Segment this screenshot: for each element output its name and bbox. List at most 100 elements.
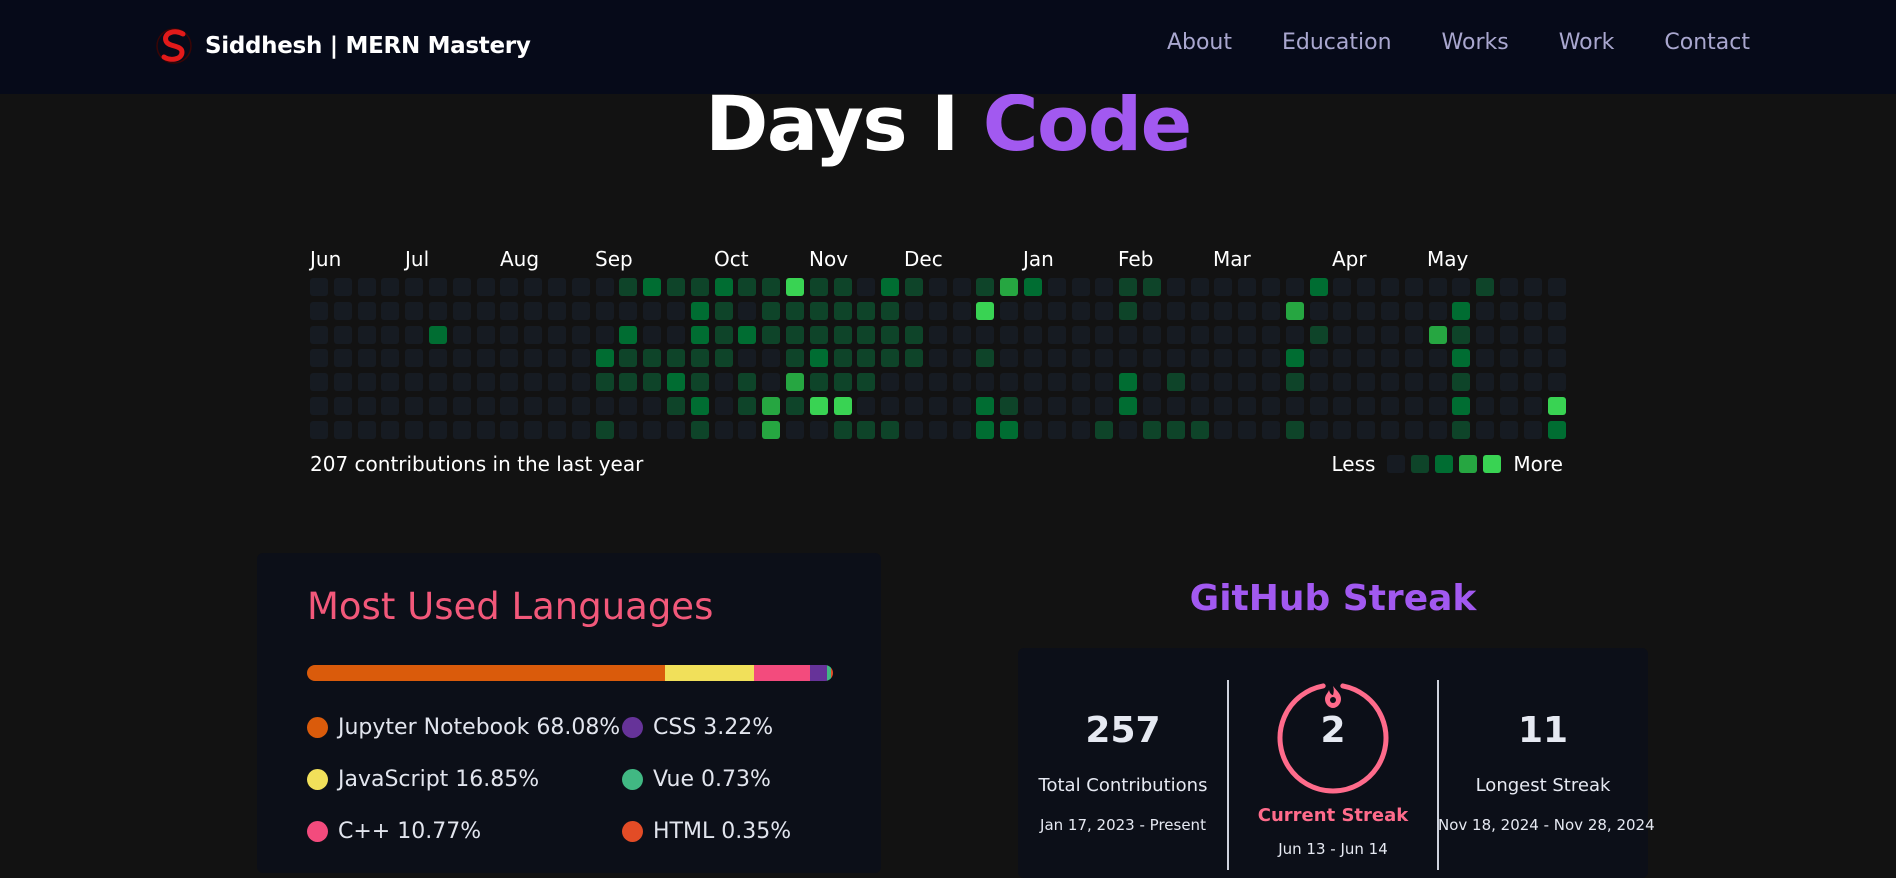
contribution-cell: [452, 397, 471, 415]
contribution-cell: [714, 397, 733, 415]
legend-cell: [1387, 455, 1406, 473]
contribution-cell: [1047, 325, 1066, 344]
contribution-cell: [1500, 278, 1518, 296]
contribution-cell: [786, 349, 804, 368]
contribution-cell: [643, 278, 662, 296]
contribution-cell: [928, 301, 947, 320]
nav-link-contact[interactable]: Contact: [1664, 30, 1750, 55]
language-item: Vue 0.73%: [622, 767, 771, 792]
contribution-cell: [429, 397, 447, 415]
contribution-cell: [809, 373, 828, 392]
contribution-cell: [1309, 397, 1328, 415]
contribution-cell: [643, 420, 662, 439]
contribution-cell: [809, 397, 828, 415]
contribution-cell: [1143, 325, 1161, 344]
language-percent: 10.77%: [397, 819, 482, 844]
contribution-cell: [667, 301, 685, 320]
contribution-cell: [905, 325, 923, 344]
month-label: Jan: [1023, 247, 1054, 271]
contribution-cell: [1071, 325, 1090, 344]
contribution-cell: [738, 373, 757, 392]
contribution-cell: [1047, 349, 1066, 368]
contribution-cell: [738, 325, 757, 344]
month-label: Nov: [809, 247, 849, 271]
contribution-cell: [1047, 301, 1066, 320]
contribution-cell: [1166, 301, 1185, 320]
contribution-cell: [1262, 278, 1280, 296]
contribution-cell: [667, 397, 685, 415]
contribution-cell: [786, 420, 804, 439]
contribution-cell: [571, 325, 590, 344]
contribution-cell: [786, 301, 804, 320]
contribution-cell: [690, 349, 709, 368]
brand[interactable]: Siddhesh | MERN Mastery: [155, 24, 531, 68]
contribution-cell: [619, 349, 638, 368]
contribution-cell: [667, 420, 685, 439]
nav-link-about[interactable]: About: [1167, 30, 1232, 55]
nav-link-works[interactable]: Works: [1442, 30, 1509, 55]
contribution-cell: [1357, 349, 1376, 368]
language-dot: [622, 769, 643, 790]
contribution-cell: [429, 278, 447, 296]
contribution-cell: [1024, 325, 1042, 344]
contribution-cell: [1119, 301, 1138, 320]
contribution-cell: [1166, 325, 1185, 344]
contribution-cell: [1000, 325, 1019, 344]
contribution-cell: [310, 349, 328, 368]
contribution-cell: [595, 301, 614, 320]
contribution-cell: [1452, 278, 1471, 296]
contribution-cell: [643, 349, 662, 368]
contribution-cell: [452, 420, 471, 439]
contribution-cell: [1285, 373, 1304, 392]
language-dot: [307, 717, 328, 738]
contribution-cell: [976, 349, 995, 368]
contribution-cell: [1000, 397, 1019, 415]
contribution-cell: [952, 420, 971, 439]
contribution-cell: [1214, 397, 1233, 415]
nav-link-work[interactable]: Work: [1559, 30, 1615, 55]
contribution-cell: [1119, 420, 1138, 439]
contribution-cell: [762, 301, 781, 320]
longest-streak-value: 11: [1517, 710, 1569, 751]
contribution-cell: [690, 301, 709, 320]
legend-cell: [1411, 455, 1430, 473]
contribution-cell: [1262, 420, 1280, 439]
month-label: Jul: [405, 247, 430, 271]
contribution-cell: [1476, 373, 1495, 392]
contribution-cell: [1428, 278, 1447, 296]
contribution-cell: [1285, 397, 1304, 415]
contribution-cell: [881, 301, 900, 320]
streak-card: 257 Total Contributions Jan 17, 2023 - P…: [1018, 648, 1655, 878]
contribution-cell: [381, 420, 400, 439]
contribution-cell: [762, 278, 781, 296]
contribution-cell: [476, 373, 495, 392]
contribution-cell: [595, 373, 614, 392]
contribution-cell: [905, 397, 923, 415]
contribution-cell: [857, 325, 876, 344]
contribution-cell: [1404, 301, 1423, 320]
contribution-cell: [905, 420, 923, 439]
contribution-cell: [833, 397, 852, 415]
month-label: May: [1427, 247, 1469, 271]
nav-link-education[interactable]: Education: [1282, 30, 1392, 55]
contribution-cell: [1285, 301, 1304, 320]
contribution-cell: [1143, 397, 1161, 415]
contribution-cell: [976, 373, 995, 392]
contribution-cell: [1071, 301, 1090, 320]
contribution-cell: [1119, 397, 1138, 415]
languages-card: Most Used Languages Jupyter Notebook 68.…: [257, 553, 881, 873]
contribution-cell: [595, 349, 614, 368]
contribution-cell: [524, 301, 543, 320]
contribution-cell: [1333, 301, 1352, 320]
contribution-cell: [310, 397, 328, 415]
contribution-cell: [1024, 349, 1042, 368]
contribution-cell: [1190, 325, 1209, 344]
contribution-cell: [310, 278, 328, 296]
contribution-cell: [1523, 420, 1542, 439]
contribution-cell: [1071, 397, 1090, 415]
contribution-cell: [1500, 325, 1518, 344]
contribution-cell: [833, 301, 852, 320]
contribution-cell: [857, 278, 876, 296]
contribution-cell: [809, 325, 828, 344]
nav-links: About Education Works Work Contact: [1167, 30, 1750, 55]
